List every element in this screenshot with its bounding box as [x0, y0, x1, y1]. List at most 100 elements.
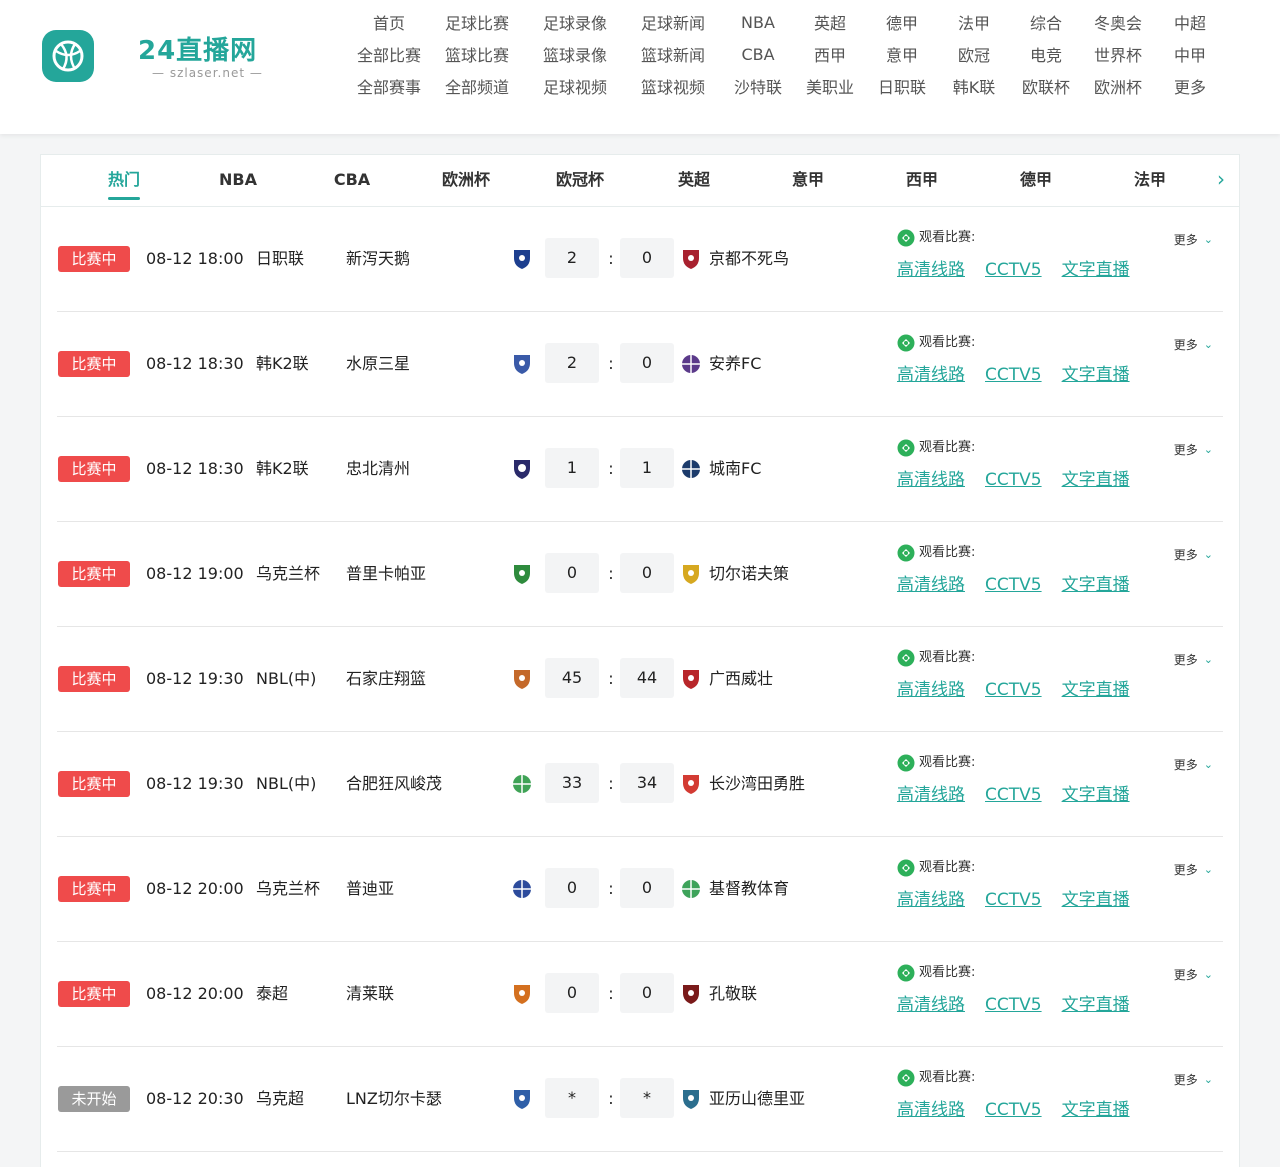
home-team[interactable]: LNZ切尔卡瑟	[346, 1087, 442, 1111]
hd-stream-link[interactable]: 高清线路	[897, 574, 965, 596]
nav-link[interactable]: 意甲	[866, 42, 938, 66]
text-live-link[interactable]: 文字直播	[1062, 259, 1130, 281]
nav-link[interactable]: 中超	[1154, 10, 1226, 34]
tab-8[interactable]: 德甲	[979, 155, 1093, 206]
nav-link[interactable]: 篮球比赛	[428, 42, 526, 66]
text-live-link[interactable]: 文字直播	[1062, 469, 1130, 491]
hd-stream-link[interactable]: 高清线路	[897, 469, 965, 491]
home-team[interactable]: 水原三星	[346, 352, 410, 376]
tab-1[interactable]: NBA	[181, 155, 295, 206]
basketball-logo-icon[interactable]	[42, 30, 94, 82]
league-name[interactable]: 乌克兰杯	[256, 562, 320, 586]
home-team[interactable]: 忠北清州	[346, 457, 410, 481]
away-team[interactable]: 亚历山德里亚	[709, 1087, 805, 1111]
tab-2[interactable]: CBA	[295, 155, 409, 206]
cctv5-link[interactable]: CCTV5	[985, 469, 1042, 491]
away-team[interactable]: 广西威壮	[709, 667, 773, 691]
more-dropdown[interactable]: 更多 ⌄	[1174, 861, 1213, 878]
tab-7[interactable]: 西甲	[865, 155, 979, 206]
nav-link[interactable]: 综合	[1010, 10, 1082, 34]
league-name[interactable]: NBL(中)	[256, 667, 316, 691]
home-team[interactable]: 清莱联	[346, 982, 394, 1006]
away-team[interactable]: 城南FC	[709, 457, 761, 481]
away-team[interactable]: 孔敬联	[709, 982, 757, 1006]
text-live-link[interactable]: 文字直播	[1062, 889, 1130, 911]
nav-link[interactable]: 全部比赛	[350, 42, 428, 66]
away-team[interactable]: 安养FC	[709, 352, 761, 376]
hd-stream-link[interactable]: 高清线路	[897, 784, 965, 806]
nav-link[interactable]: NBA	[722, 13, 794, 32]
cctv5-link[interactable]: CCTV5	[985, 679, 1042, 701]
text-live-link[interactable]: 文字直播	[1062, 364, 1130, 386]
league-name[interactable]: 乌克兰杯	[256, 877, 320, 901]
text-live-link[interactable]: 文字直播	[1062, 1099, 1130, 1121]
more-dropdown[interactable]: 更多 ⌄	[1174, 441, 1213, 458]
hd-stream-link[interactable]: 高清线路	[897, 259, 965, 281]
more-dropdown[interactable]: 更多 ⌄	[1174, 651, 1213, 668]
cctv5-link[interactable]: CCTV5	[985, 574, 1042, 596]
nav-link[interactable]: 沙特联	[722, 74, 794, 98]
hd-stream-link[interactable]: 高清线路	[897, 1099, 965, 1121]
home-team[interactable]: 新泻天鹅	[346, 247, 410, 271]
cctv5-link[interactable]: CCTV5	[985, 259, 1042, 281]
nav-link[interactable]: 欧洲杯	[1082, 74, 1154, 98]
nav-link[interactable]: 西甲	[794, 42, 866, 66]
home-team[interactable]: 合肥狂风峻茂	[346, 772, 442, 796]
league-name[interactable]: NBL(中)	[256, 772, 316, 796]
tab-6[interactable]: 意甲	[751, 155, 865, 206]
more-dropdown[interactable]: 更多 ⌄	[1174, 336, 1213, 353]
nav-link[interactable]: 美职业	[794, 74, 866, 98]
home-team[interactable]: 石家庄翔篮	[346, 667, 426, 691]
league-name[interactable]: 日职联	[256, 247, 304, 271]
nav-link[interactable]: 更多	[1154, 74, 1226, 98]
nav-link[interactable]: 足球视频	[526, 74, 624, 98]
away-team[interactable]: 切尔诺夫策	[709, 562, 789, 586]
league-name[interactable]: 韩K2联	[256, 457, 309, 481]
nav-link[interactable]: 韩K联	[938, 74, 1010, 98]
nav-link[interactable]: 英超	[794, 10, 866, 34]
nav-link[interactable]: 中甲	[1154, 42, 1226, 66]
cctv5-link[interactable]: CCTV5	[985, 889, 1042, 911]
nav-link[interactable]: 首页	[350, 10, 428, 34]
nav-link[interactable]: 冬奥会	[1082, 10, 1154, 34]
tab-4[interactable]: 欧冠杯	[523, 155, 637, 206]
nav-link[interactable]: 足球录像	[526, 10, 624, 34]
chevron-right-icon[interactable]: ›	[1211, 169, 1231, 189]
more-dropdown[interactable]: 更多 ⌄	[1174, 1071, 1213, 1088]
nav-link[interactable]: 世界杯	[1082, 42, 1154, 66]
nav-link[interactable]: 日职联	[866, 74, 938, 98]
nav-link[interactable]: 德甲	[866, 10, 938, 34]
cctv5-link[interactable]: CCTV5	[985, 784, 1042, 806]
home-team[interactable]: 普迪亚	[346, 877, 394, 901]
tab-5[interactable]: 英超	[637, 155, 751, 206]
hd-stream-link[interactable]: 高清线路	[897, 679, 965, 701]
away-team[interactable]: 长沙湾田勇胜	[709, 772, 805, 796]
league-name[interactable]: 韩K2联	[256, 352, 309, 376]
league-name[interactable]: 泰超	[256, 982, 288, 1006]
nav-link[interactable]: 全部赛事	[350, 74, 428, 98]
home-team[interactable]: 普里卡帕亚	[346, 562, 426, 586]
nav-link[interactable]: 法甲	[938, 10, 1010, 34]
tab-3[interactable]: 欧洲杯	[409, 155, 523, 206]
more-dropdown[interactable]: 更多 ⌄	[1174, 546, 1213, 563]
cctv5-link[interactable]: CCTV5	[985, 1099, 1042, 1121]
nav-link[interactable]: CBA	[722, 45, 794, 64]
away-team[interactable]: 京都不死鸟	[709, 247, 789, 271]
tab-9[interactable]: 法甲	[1093, 155, 1207, 206]
nav-link[interactable]: 篮球新闻	[624, 42, 722, 66]
text-live-link[interactable]: 文字直播	[1062, 679, 1130, 701]
tab-0[interactable]: 热门	[67, 155, 181, 206]
hd-stream-link[interactable]: 高清线路	[897, 994, 965, 1016]
nav-link[interactable]: 足球比赛	[428, 10, 526, 34]
nav-link[interactable]: 篮球录像	[526, 42, 624, 66]
hd-stream-link[interactable]: 高清线路	[897, 364, 965, 386]
more-dropdown[interactable]: 更多 ⌄	[1174, 966, 1213, 983]
league-name[interactable]: 乌克超	[256, 1087, 304, 1111]
text-live-link[interactable]: 文字直播	[1062, 994, 1130, 1016]
away-team[interactable]: 基督教体育	[709, 877, 789, 901]
more-dropdown[interactable]: 更多 ⌄	[1174, 756, 1213, 773]
more-dropdown[interactable]: 更多 ⌄	[1174, 231, 1213, 248]
nav-link[interactable]: 电竞	[1010, 42, 1082, 66]
hd-stream-link[interactable]: 高清线路	[897, 889, 965, 911]
site-logo[interactable]: 24直播网 — szlaser.net —	[138, 36, 278, 80]
